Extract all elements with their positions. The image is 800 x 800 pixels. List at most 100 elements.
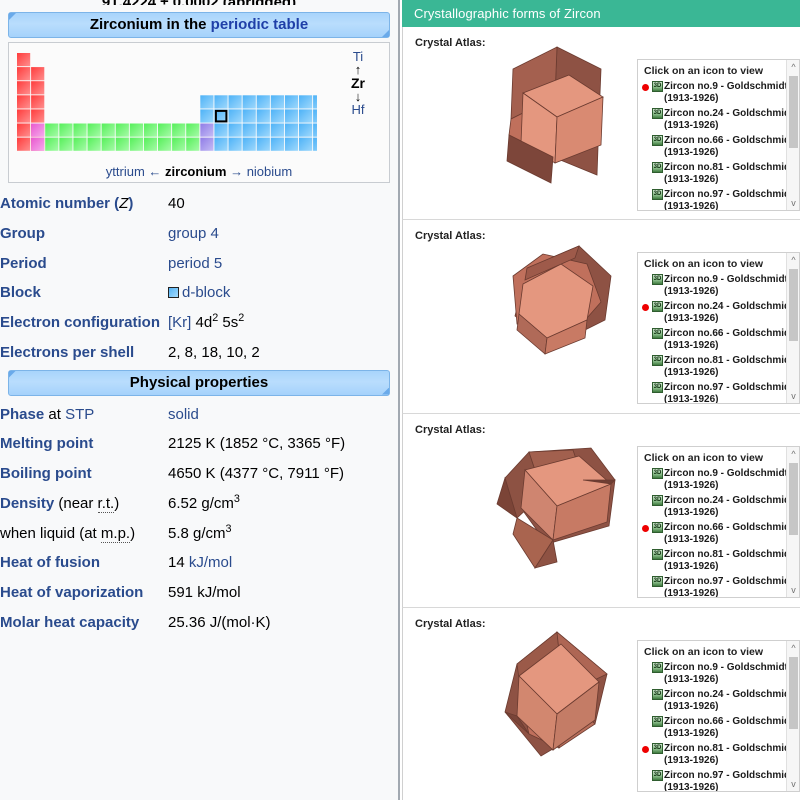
crystal-3d-icon[interactable]: 3D — [652, 549, 663, 560]
scrollbar-thumb[interactable] — [789, 463, 798, 535]
crystal-3d-icon[interactable]: 3D — [652, 355, 663, 366]
crystal-3d-icon[interactable]: 3D — [652, 135, 663, 146]
crystal-3d-icon[interactable]: 3D — [652, 382, 663, 393]
scrollbar-thumb[interactable] — [789, 269, 798, 341]
property-value[interactable]: solid — [168, 400, 398, 430]
crystal-3d-icon[interactable]: 3D — [652, 770, 663, 781]
periodic-cell — [73, 137, 87, 151]
list-item[interactable]: 3D Zircon no.66 - Goldschmidt (1913-1926) — [638, 135, 799, 162]
periodic-cell — [31, 137, 45, 151]
crystal-viewer[interactable] — [483, 616, 638, 791]
crystal-3d-icon[interactable]: 3D — [652, 274, 663, 285]
scroll-up-icon[interactable]: ^ — [787, 641, 799, 655]
crystal-model-svg[interactable] — [483, 422, 633, 582]
crystal-3d-icon[interactable]: 3D — [652, 743, 663, 754]
crystal-3d-icon[interactable]: 3D — [652, 576, 663, 587]
crystal-3d-icon[interactable]: 3D — [652, 495, 663, 506]
crystal-form-listbox[interactable]: Click on an icon to view 3D Zircon no.9 - … — [637, 252, 800, 404]
property-row: Electrons per shell 2, 8, 18, 10, 2 — [0, 338, 398, 368]
crystal-3d-icon[interactable]: 3D — [652, 662, 663, 673]
list-item[interactable]: 3D Zircon no.81 - Goldschmidt (1913-1926) — [638, 743, 799, 770]
property-value[interactable]: period 5 — [168, 249, 398, 279]
list-item[interactable]: 3D Zircon no.97 - Goldschmidt (1913-1926) — [638, 576, 799, 598]
periodic-cell — [270, 123, 284, 137]
list-item-name: Zircon no.81 - Goldschmidt — [664, 355, 794, 366]
crystal-viewer[interactable] — [483, 422, 638, 597]
list-item-name: Zircon no.66 - Goldschmidt — [664, 522, 794, 533]
property-row: Group group 4 — [0, 219, 398, 249]
crystal-3d-icon[interactable]: 3D — [652, 716, 663, 727]
periodic-cell — [270, 109, 284, 123]
scroll-up-icon[interactable]: ^ — [787, 253, 799, 267]
list-item[interactable]: 3D Zircon no.24 - Goldschmidt (1913-1926) — [638, 301, 799, 328]
atlas-panel: Crystal Atlas: Click on an icon to view 3D… — [402, 608, 800, 800]
list-item[interactable]: 3D Zircon no.81 - Goldschmidt (1913-1926) — [638, 162, 799, 189]
neighbor-right-link[interactable]: niobium — [247, 164, 293, 179]
crystal-3d-icon[interactable]: 3D — [652, 689, 663, 700]
list-item[interactable]: 3D Zircon no.81 - Goldschmidt (1913-1926) — [638, 549, 799, 576]
crystal-3d-icon[interactable]: 3D — [652, 468, 663, 479]
scroll-down-icon[interactable]: v — [787, 196, 799, 210]
crystal-model-svg[interactable] — [483, 35, 633, 195]
list-item[interactable]: 3D Zircon no.97 - Goldschmidt (1913-1926) — [638, 189, 799, 210]
element-below-label[interactable]: Hf — [335, 102, 381, 117]
periodic-table-svg — [17, 53, 398, 151]
crystal-form-listbox[interactable]: Click on an icon to view 3D Zircon no.9 - … — [637, 446, 800, 598]
list-item[interactable]: 3D Zircon no.9 - Goldschmidt (1913-1926) — [638, 81, 799, 108]
crystal-form-listbox[interactable]: Click on an icon to view 3D Zircon no.9 - … — [637, 59, 800, 211]
list-item-years: (1913-1926) — [664, 146, 719, 158]
list-item-years: (1913-1926) — [664, 285, 719, 297]
list-item[interactable]: 3D Zircon no.81 - Goldschmidt (1913-1926) — [638, 355, 799, 382]
periodic-cell — [214, 123, 228, 137]
properties-table-physical: Phase at STP solid Melting point 2125 K (18… — [0, 400, 398, 638]
periodic-table-link[interactable]: periodic table — [211, 16, 309, 33]
crystal-form-listbox[interactable]: Click on an icon to view 3D Zircon no.9 - … — [637, 640, 800, 792]
listbox-scrollbar[interactable]: ^ v — [786, 641, 799, 791]
list-item[interactable]: 3D Zircon no.97 - Goldschmidt (1913-1926) — [638, 770, 799, 791]
infobox-header-prefix: Zirconium in the — [89, 16, 211, 33]
crystal-3d-icon[interactable]: 3D — [652, 162, 663, 173]
property-value[interactable]: d-block — [168, 278, 398, 308]
neighbor-left-link[interactable]: yttrium — [106, 164, 145, 179]
list-item[interactable]: 3D Zircon no.24 - Goldschmidt (1913-1926) — [638, 108, 799, 135]
crystal-3d-icon[interactable]: 3D — [652, 328, 663, 339]
crystal-3d-icon[interactable]: 3D — [652, 522, 663, 533]
property-value[interactable]: group 4 — [168, 219, 398, 249]
scrollbar-thumb[interactable] — [789, 657, 798, 729]
list-item-name: Zircon no.81 - Goldschmidt — [664, 549, 794, 560]
list-item-years: (1913-1926) — [664, 587, 719, 598]
list-item[interactable]: 3D Zircon no.9 - Goldschmidt (1913-1926) — [638, 662, 799, 689]
list-item[interactable]: 3D Zircon no.66 - Goldschmidt (1913-1926) — [638, 716, 799, 743]
listbox-scrollbar[interactable]: ^ v — [786, 253, 799, 403]
scroll-down-icon[interactable]: v — [787, 583, 799, 597]
list-item[interactable]: 3D Zircon no.97 - Goldschmidt (1913-1926) — [638, 382, 799, 403]
crystal-3d-icon[interactable]: 3D — [652, 81, 663, 92]
list-item[interactable]: 3D Zircon no.66 - Goldschmidt (1913-1926) — [638, 522, 799, 549]
crystal-model-svg[interactable] — [483, 616, 633, 776]
periodic-cell — [284, 109, 299, 123]
scroll-up-icon[interactable]: ^ — [787, 60, 799, 74]
list-item[interactable]: 3D Zircon no.9 - Goldschmidt (1913-1926) — [638, 274, 799, 301]
scrollbar-thumb[interactable] — [789, 76, 798, 148]
mini-periodic-table[interactable]: Ti ↑ Zr ↓ Hf yttrium ← zirconium → niobi… — [8, 42, 398, 183]
crystal-viewer[interactable] — [483, 35, 638, 210]
scroll-down-icon[interactable]: v — [787, 389, 799, 403]
crystal-model-svg[interactable] — [483, 228, 633, 388]
list-item[interactable]: 3D Zircon no.24 - Goldschmidt (1913-1926) — [638, 495, 799, 522]
crystal-3d-icon[interactable]: 3D — [652, 301, 663, 312]
current-element-name: zirconium — [165, 164, 227, 179]
selected-marker-icon — [642, 84, 649, 91]
scroll-down-icon[interactable]: v — [787, 777, 799, 791]
scroll-up-icon[interactable]: ^ — [787, 447, 799, 461]
listbox-scrollbar[interactable]: ^ v — [786, 447, 799, 597]
list-item[interactable]: 3D Zircon no.9 - Goldschmidt (1913-1926) — [638, 468, 799, 495]
list-item[interactable]: 3D Zircon no.24 - Goldschmidt (1913-1926) — [638, 689, 799, 716]
crystal-3d-icon[interactable]: 3D — [652, 108, 663, 119]
block-color-swatch — [168, 287, 179, 299]
periodic-cell — [17, 109, 31, 123]
listbox-scrollbar[interactable]: ^ v — [786, 60, 799, 210]
infobox-header-periodic-table: Zirconium in the periodic table — [8, 12, 390, 38]
crystal-3d-icon[interactable]: 3D — [652, 189, 663, 200]
list-item[interactable]: 3D Zircon no.66 - Goldschmidt (1913-1926) — [638, 328, 799, 355]
crystal-viewer[interactable] — [483, 228, 638, 403]
